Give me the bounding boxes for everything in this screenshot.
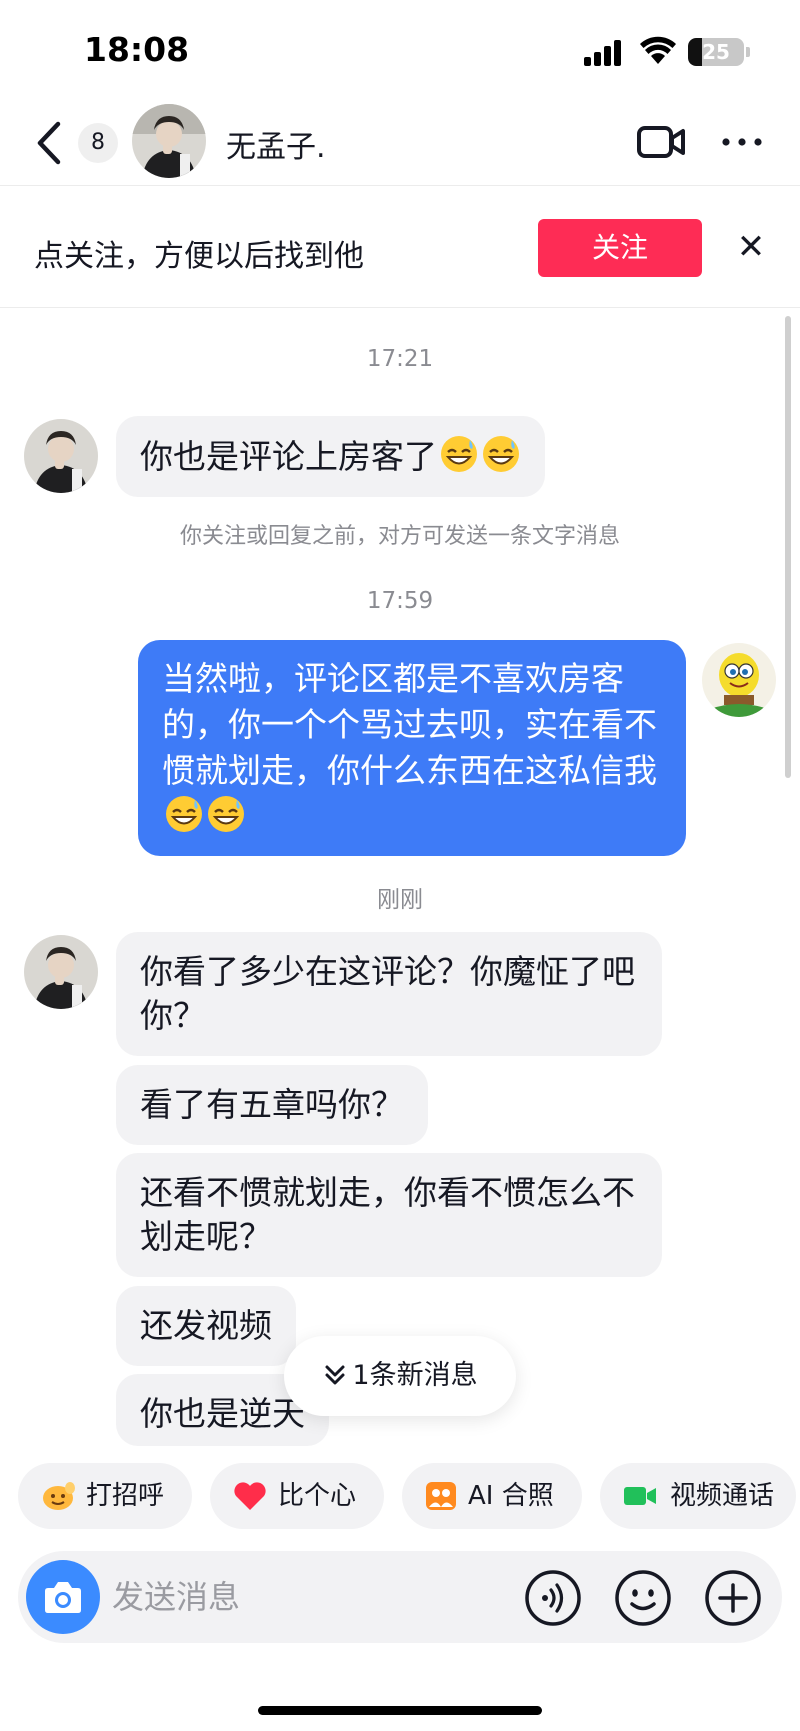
home-indicator[interactable]: [258, 1706, 542, 1715]
battery-level: 25: [702, 40, 730, 64]
emoji-icon[interactable]: [614, 1569, 672, 1627]
sender-avatar[interactable]: [24, 935, 98, 1009]
unread-count-badge: 8: [78, 123, 118, 163]
system-note: 你关注或回复之前，对方可发送一条文字消息: [179, 524, 620, 549]
message-text: 还发视频: [140, 1306, 272, 1345]
video-call-chip[interactable]: 视频通话: [600, 1463, 796, 1529]
follow-button[interactable]: 关注: [538, 219, 702, 277]
message-text: 当然啦，评论区都是不喜欢房客的，你一个个骂过去呗，实在看不惯就划走，你什么东西在…: [162, 659, 657, 790]
camera-button[interactable]: [26, 1560, 100, 1634]
ai-photo-label: AI 合照: [468, 1481, 554, 1511]
message-input-bar: [18, 1551, 782, 1643]
ai-photo-chip[interactable]: AI 合照: [402, 1463, 582, 1529]
outgoing-message[interactable]: 当然啦，评论区都是不喜欢房客的，你一个个骂过去呗，实在看不惯就划走，你什么东西在…: [138, 640, 686, 856]
video-call-icon: [624, 1487, 656, 1505]
greet-label: 打招呼: [86, 1481, 165, 1511]
message-text: 你也是逆天: [140, 1394, 305, 1433]
battery-tip: [746, 47, 750, 57]
sender-avatar[interactable]: [24, 419, 98, 493]
message-text: 还看不惯就划走，你看不惯怎么不划走呢？: [140, 1173, 635, 1256]
message-input[interactable]: [112, 1567, 512, 1627]
status-time: 18:08: [84, 30, 190, 69]
heart-icon: [234, 1482, 266, 1510]
sweat-smile-emoji: [166, 796, 202, 832]
more-dots-icon[interactable]: [720, 122, 764, 162]
close-icon[interactable]: ✕: [736, 227, 766, 267]
contact-name[interactable]: 无孟子.: [226, 122, 326, 166]
incoming-message[interactable]: 还发视频: [116, 1286, 296, 1366]
quick-actions-bar: 打招呼 比个心 AI 合照 视频通话: [0, 1463, 800, 1531]
new-message-pill[interactable]: 1条新消息: [284, 1336, 516, 1416]
heart-chip[interactable]: 比个心: [210, 1463, 384, 1529]
heart-label: 比个心: [278, 1481, 357, 1511]
greet-chip[interactable]: 打招呼: [18, 1463, 192, 1529]
incoming-message[interactable]: 你看了多少在这评论？你魔怔了吧你？: [116, 932, 662, 1056]
video-call-label: 视频通话: [670, 1481, 775, 1511]
timestamp: 17:59: [366, 588, 434, 614]
cellular-signal-icon: [584, 40, 624, 66]
follow-prompt-text: 点关注，方便以后找到他: [34, 239, 364, 274]
video-camera-icon[interactable]: [636, 122, 686, 162]
battery-icon: 25: [688, 38, 744, 66]
message-text: 你也是评论上房客了: [140, 437, 437, 476]
plus-icon[interactable]: [704, 1569, 762, 1627]
camera-icon: [45, 1582, 81, 1613]
voice-icon[interactable]: [524, 1569, 582, 1627]
follow-banner: 点关注，方便以后找到他 关注 ✕: [0, 187, 800, 308]
timestamp: 17:21: [366, 346, 434, 372]
message-text: 看了有五章吗你？: [140, 1085, 404, 1124]
incoming-message[interactable]: 你也是评论上房客了: [116, 416, 545, 497]
my-avatar[interactable]: [702, 643, 776, 717]
incoming-message[interactable]: 还看不惯就划走，你看不惯怎么不划走呢？: [116, 1153, 662, 1277]
message-text: 你看了多少在这评论？你魔怔了吧你？: [140, 952, 635, 1035]
timestamp: 刚刚: [377, 887, 423, 913]
status-bar: 18:08 25: [0, 0, 800, 100]
back-chevron-icon[interactable]: [28, 118, 72, 168]
contact-avatar[interactable]: [132, 104, 206, 178]
sweat-smile-emoji: [483, 436, 519, 472]
ai-photo-icon: [426, 1482, 456, 1510]
new-message-label: 1条新消息: [352, 1360, 478, 1391]
wifi-icon: [640, 36, 676, 64]
incoming-message[interactable]: 看了有五章吗你？: [116, 1065, 428, 1145]
chat-header: 8 无孟子.: [0, 100, 800, 186]
sweat-smile-emoji: [208, 796, 244, 832]
chevron-double-down-icon: [325, 1365, 345, 1385]
wave-hand-icon: [43, 1482, 75, 1510]
sweat-smile-emoji: [441, 436, 477, 472]
